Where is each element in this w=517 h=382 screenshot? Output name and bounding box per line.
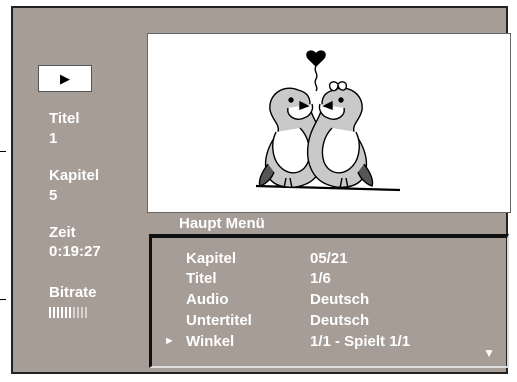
time-value: 0:19:27 xyxy=(49,243,101,260)
menu-title: Haupt Menü xyxy=(179,215,265,232)
bitrate-segment xyxy=(69,307,71,318)
menu-item-label: Audio xyxy=(186,291,229,308)
bitrate-segment xyxy=(57,307,59,318)
menu-item-audio[interactable]: Audio Deutsch xyxy=(156,291,496,311)
bitrate-segment xyxy=(73,307,75,318)
margin-tick-lower xyxy=(0,299,6,300)
player-screen: ▶ Titel 1 Kapitel 5 Zeit 0:19:27 Bitrate xyxy=(11,6,511,374)
bitrate-meter xyxy=(49,307,87,318)
menu-item-titel[interactable]: Titel 1/6 xyxy=(156,270,496,290)
menu-item-value: Deutsch xyxy=(310,291,370,308)
bitrate-segment xyxy=(77,307,79,318)
menu-item-label: Titel xyxy=(186,270,217,287)
main-menu: Kapitel 05/21 Titel 1/6 Audio Deutsch Un… xyxy=(149,234,509,368)
menu-item-kapitel[interactable]: Kapitel 05/21 xyxy=(156,250,496,270)
scroll-down-icon[interactable]: ▼ xyxy=(483,346,495,360)
bitrate-segment xyxy=(85,307,87,318)
doves-illustration xyxy=(255,50,401,192)
title-label: Titel xyxy=(49,110,80,127)
title-value: 1 xyxy=(49,130,58,147)
bitrate-segment xyxy=(81,307,83,318)
menu-item-winkel[interactable]: ► Winkel 1/1 - Spielt 1/1 xyxy=(156,333,496,353)
selection-arrow-icon: ► xyxy=(164,335,175,347)
menu-item-value: 1/1 - Spielt 1/1 xyxy=(310,333,411,350)
chapter-value: 5 xyxy=(49,187,58,204)
menu-item-untertitel[interactable]: Untertitel Deutsch xyxy=(156,312,496,332)
menu-item-label: Untertitel xyxy=(186,312,252,329)
chapter-label: Kapitel xyxy=(49,167,100,184)
bitrate-segment xyxy=(61,307,63,318)
play-button[interactable]: ▶ xyxy=(38,65,92,92)
video-frame xyxy=(147,33,511,213)
menu-item-value: 1/6 xyxy=(310,270,331,287)
menu-item-label: Kapitel xyxy=(186,250,237,267)
menu-item-value: 05/21 xyxy=(310,250,348,267)
time-label: Zeit xyxy=(49,224,76,241)
bitrate-segment xyxy=(65,307,67,318)
bitrate-segment xyxy=(53,307,55,318)
play-icon: ▶ xyxy=(60,71,70,86)
bitrate-label: Bitrate xyxy=(49,284,97,301)
bitrate-segment xyxy=(49,307,51,318)
margin-tick-upper xyxy=(0,151,6,152)
menu-item-label: Winkel xyxy=(186,333,235,350)
menu-item-value: Deutsch xyxy=(310,312,370,329)
